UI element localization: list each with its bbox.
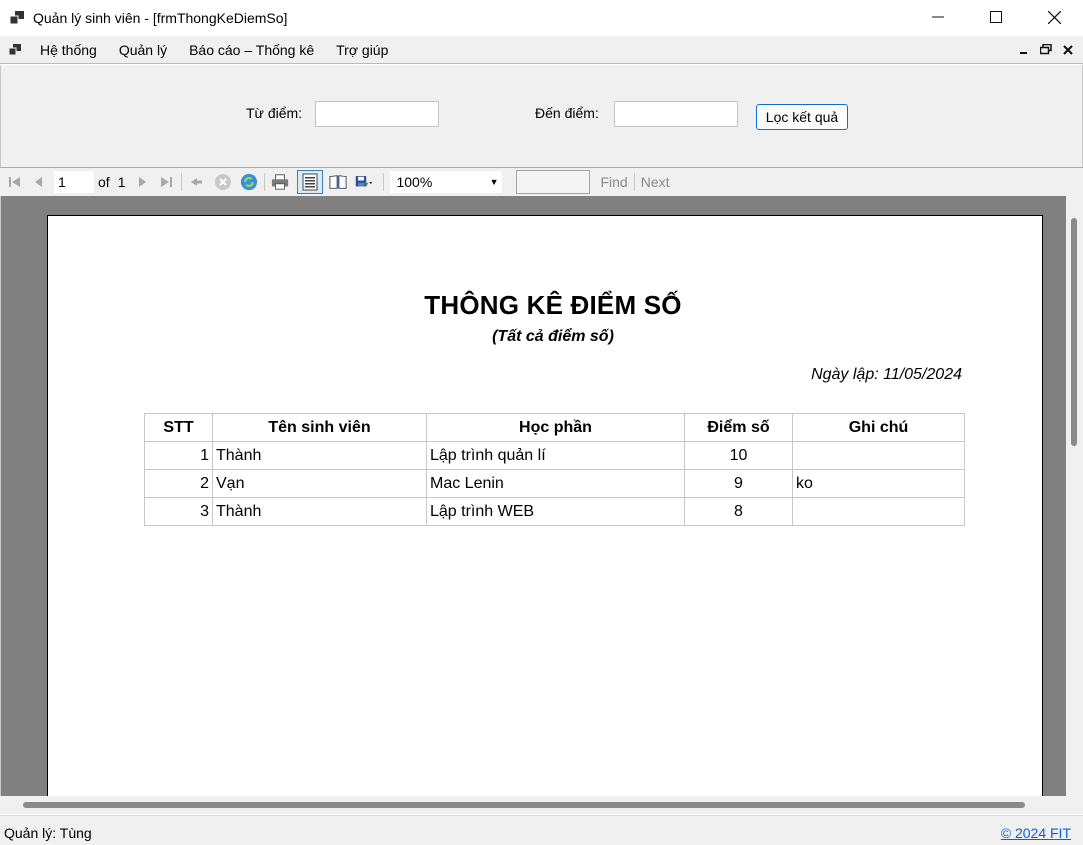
- cell-name: Thành: [212, 441, 427, 470]
- cell-stt: 3: [144, 497, 213, 526]
- report-toolbar: 1 of 1 100% ▼ Find Next: [0, 167, 1083, 196]
- table-header-row: STT Tên sinh viên Học phần Điểm số Ghi c…: [144, 413, 965, 442]
- print-icon[interactable]: [271, 173, 289, 191]
- menu-he-thong[interactable]: Hệ thống: [29, 36, 108, 64]
- toolbar-separator: [181, 173, 183, 191]
- cell-course: Mac Lenin: [426, 469, 685, 498]
- to-score-input[interactable]: [614, 101, 738, 127]
- find-link[interactable]: Find: [600, 174, 627, 190]
- cell-score: 8: [684, 497, 793, 526]
- menu-quan-ly[interactable]: Quản lý: [108, 36, 178, 64]
- menu-tro-giup[interactable]: Trợ giúp: [325, 36, 399, 64]
- cell-score: 10: [684, 441, 793, 470]
- col-header-name: Tên sinh viên: [212, 413, 427, 442]
- vertical-scroll-thumb[interactable]: [1071, 218, 1077, 446]
- mdi-restore-button[interactable]: [1035, 43, 1057, 58]
- page-of-label: of: [98, 174, 110, 190]
- current-page-input[interactable]: 1: [54, 171, 94, 193]
- cell-note: ko: [792, 469, 965, 498]
- to-score-label: Đến điểm:: [535, 105, 599, 121]
- first-page-icon[interactable]: [6, 173, 24, 191]
- window-controls: [909, 0, 1083, 34]
- filter-panel: Từ điểm: Đến điểm: Lọc kết quả: [0, 65, 1083, 167]
- report-date: Ngày lập: 11/05/2024: [811, 366, 962, 383]
- print-layout-icon[interactable]: [297, 170, 324, 194]
- mdi-close-button[interactable]: [1057, 43, 1079, 58]
- table-row: 1 Thành Lập trình quản lí 10: [144, 441, 965, 470]
- window-title: Quản lý sinh viên - [frmThongKeDiemSo]: [33, 10, 288, 26]
- report-viewer[interactable]: THÔNG KÊ ĐIỂM SỐ (Tất cả điểm số) Ngày l…: [0, 196, 1083, 796]
- menu-bar: Hệ thống Quản lý Báo cáo – Thống kê Trợ …: [0, 36, 1083, 64]
- mdi-minimize-button[interactable]: [1013, 43, 1035, 58]
- from-score-label: Từ điểm:: [246, 105, 303, 121]
- toolbar-separator: [264, 173, 266, 191]
- maximize-button[interactable]: [967, 0, 1025, 34]
- refresh-icon[interactable]: [240, 173, 258, 191]
- toolbar-separator: [383, 173, 385, 191]
- last-page-icon[interactable]: [157, 173, 175, 191]
- table-row: 2 Vạn Mac Lenin 9 ko: [144, 469, 965, 498]
- col-header-score: Điểm số: [684, 413, 793, 442]
- stop-icon[interactable]: [214, 173, 232, 191]
- cell-note: [792, 497, 965, 526]
- cell-name: Vạn: [212, 469, 427, 498]
- toolbar-separator: [633, 173, 635, 191]
- from-score-input[interactable]: [315, 101, 439, 127]
- cell-course: Lập trình WEB: [426, 497, 685, 526]
- back-icon[interactable]: [188, 173, 206, 191]
- prev-page-icon[interactable]: [30, 173, 48, 191]
- status-bar: Quản lý: Tùng © 2024 FIT: [0, 815, 1083, 845]
- cell-name: Thành: [212, 497, 427, 526]
- horizontal-scrollbar[interactable]: [0, 796, 1083, 814]
- col-header-stt: STT: [144, 413, 213, 442]
- app-icon: [9, 11, 24, 25]
- zoom-value: 100%: [396, 174, 433, 190]
- report-page: THÔNG KÊ ĐIỂM SỐ (Tất cả điểm số) Ngày l…: [47, 215, 1043, 796]
- find-input[interactable]: [516, 170, 591, 194]
- cell-score: 9: [684, 469, 793, 498]
- minimize-button[interactable]: [909, 0, 967, 34]
- current-user-label: Quản lý: Tùng: [4, 825, 92, 841]
- mdi-controls: [1013, 36, 1079, 64]
- cell-stt: 1: [144, 441, 213, 470]
- next-link[interactable]: Next: [641, 174, 670, 190]
- report-subtitle: (Tất cả điểm số): [492, 328, 614, 345]
- title-bar: Quản lý sinh viên - [frmThongKeDiemSo]: [0, 0, 1083, 36]
- table-row: 3 Thành Lập trình WEB 8: [144, 497, 965, 526]
- zoom-select[interactable]: 100% ▼: [390, 171, 503, 193]
- col-header-note: Ghi chú: [792, 413, 965, 442]
- mdi-child-icon[interactable]: [8, 43, 22, 57]
- page-setup-icon[interactable]: [329, 173, 348, 191]
- total-pages-label: 1: [117, 174, 126, 190]
- score-table: STT Tên sinh viên Học phần Điểm số Ghi c…: [144, 413, 965, 526]
- chevron-down-icon: ▼: [489, 177, 499, 187]
- col-header-course: Học phần: [426, 413, 685, 442]
- filter-results-button[interactable]: Lọc kết quả: [756, 104, 848, 130]
- cell-stt: 2: [144, 469, 213, 498]
- menu-bao-cao-thong-ke[interactable]: Báo cáo – Thống kê: [178, 36, 325, 64]
- cell-note: [792, 441, 965, 470]
- close-button[interactable]: [1025, 0, 1083, 34]
- vertical-scrollbar[interactable]: [1066, 196, 1083, 796]
- horizontal-scroll-thumb[interactable]: [23, 802, 1025, 808]
- next-page-icon[interactable]: [133, 173, 151, 191]
- export-icon[interactable]: [355, 173, 373, 191]
- report-title: THÔNG KÊ ĐIỂM SỐ: [424, 290, 682, 320]
- copyright-link[interactable]: © 2024 FIT: [1001, 825, 1071, 841]
- cell-course: Lập trình quản lí: [426, 441, 685, 470]
